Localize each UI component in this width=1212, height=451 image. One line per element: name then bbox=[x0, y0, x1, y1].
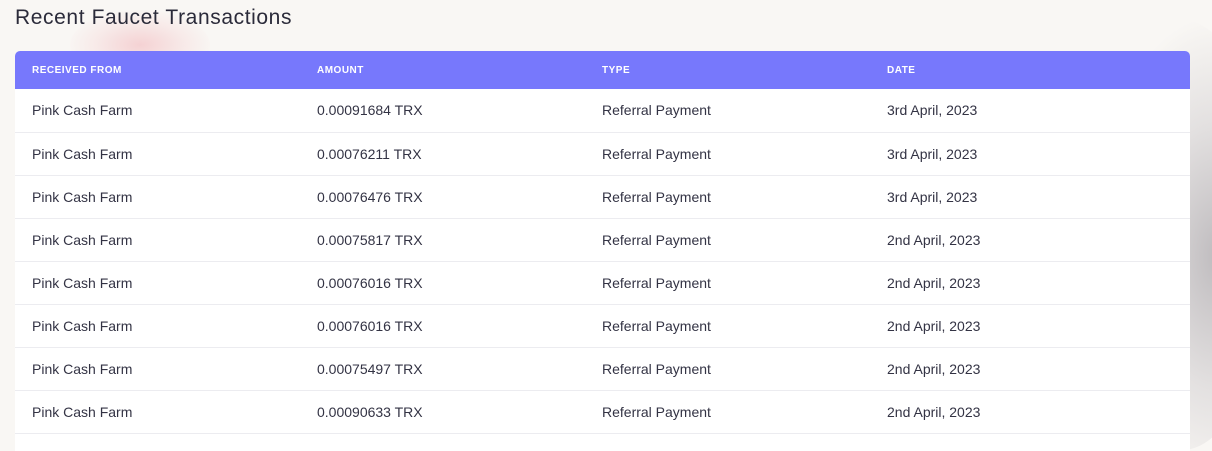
cell-received-from: Pink Cash Farm bbox=[32, 317, 133, 334]
table-row: Pink Cash Farm 0.00076016 TRX Referral Pay… bbox=[15, 304, 1190, 347]
cell-received-from: Pink Cash Farm bbox=[32, 188, 133, 205]
table-row: Pink Cash Farm 0.00076016 TRX Referral Pay… bbox=[15, 261, 1190, 304]
column-header-received-from: RECEIVED FROM bbox=[32, 64, 122, 76]
cell-type: Referral Payment bbox=[602, 102, 711, 119]
cell-date: 2nd April, 2023 bbox=[887, 317, 981, 334]
cell-received-from: Pink Cash Farm bbox=[32, 360, 133, 377]
cell-type: Referral Payment bbox=[602, 274, 711, 291]
transactions-table-card: RECEIVED FROM AMOUNT TYPE DATE Pink Cash… bbox=[15, 51, 1190, 451]
table-row: Pink Cash Farm 0.00076476 TRX Referral Pay… bbox=[15, 175, 1190, 218]
cell-amount: 0.00076016 TRX bbox=[317, 274, 423, 291]
table-header-row: RECEIVED FROM AMOUNT TYPE DATE bbox=[15, 51, 1190, 89]
column-header-type: TYPE bbox=[602, 64, 631, 76]
cell-amount: 0.00076016 TRX bbox=[317, 317, 423, 334]
page-title: Recent Faucet Transactions bbox=[15, 6, 293, 29]
cell-type: Referral Payment bbox=[602, 360, 711, 377]
table-body: Pink Cash Farm 0.00091684 TRX Referral Pay… bbox=[15, 89, 1190, 433]
cell-type: Referral Payment bbox=[602, 403, 711, 420]
column-header-amount: AMOUNT bbox=[317, 64, 364, 76]
cell-date: 3rd April, 2023 bbox=[887, 188, 978, 205]
cell-date: 3rd April, 2023 bbox=[887, 102, 978, 119]
cell-amount: 0.00090633 TRX bbox=[317, 403, 423, 420]
cell-type: Referral Payment bbox=[602, 317, 711, 334]
table-row: Pink Cash Farm 0.00090633 TRX Referral Pay… bbox=[15, 390, 1190, 433]
cell-amount: 0.00091684 TRX bbox=[317, 102, 423, 119]
table-row: Pink Cash Farm 0.00075497 TRX Referral Pay… bbox=[15, 347, 1190, 390]
cell-type: Referral Payment bbox=[602, 231, 711, 248]
cell-received-from: Pink Cash Farm bbox=[32, 274, 133, 291]
cell-received-from: Pink Cash Farm bbox=[32, 403, 133, 420]
cell-amount: 0.00076476 TRX bbox=[317, 188, 423, 205]
cell-date: 3rd April, 2023 bbox=[887, 145, 978, 162]
cell-received-from: Pink Cash Farm bbox=[32, 231, 133, 248]
cell-received-from: Pink Cash Farm bbox=[32, 102, 133, 119]
cell-amount: 0.00076211 TRX bbox=[317, 145, 422, 162]
transactions-table: RECEIVED FROM AMOUNT TYPE DATE Pink Cash… bbox=[15, 51, 1190, 434]
cell-amount: 0.00075497 TRX bbox=[317, 360, 423, 377]
table-row: Pink Cash Farm 0.00075817 TRX Referral Pay… bbox=[15, 218, 1190, 261]
cell-amount: 0.00075817 TRX bbox=[317, 231, 423, 248]
table-row: Pink Cash Farm 0.00091684 TRX Referral Pay… bbox=[15, 89, 1190, 132]
table-row: Pink Cash Farm 0.00076211 TRX Referral Pay… bbox=[15, 132, 1190, 175]
cell-date: 2nd April, 2023 bbox=[887, 360, 981, 377]
cell-type: Referral Payment bbox=[602, 145, 711, 162]
cell-date: 2nd April, 2023 bbox=[887, 274, 981, 291]
cell-date: 2nd April, 2023 bbox=[887, 403, 981, 420]
cell-date: 2nd April, 2023 bbox=[887, 231, 981, 248]
column-header-date: DATE bbox=[887, 64, 916, 76]
cell-type: Referral Payment bbox=[602, 188, 711, 205]
cell-received-from: Pink Cash Farm bbox=[32, 145, 133, 162]
table-header: RECEIVED FROM AMOUNT TYPE DATE bbox=[15, 51, 1190, 89]
